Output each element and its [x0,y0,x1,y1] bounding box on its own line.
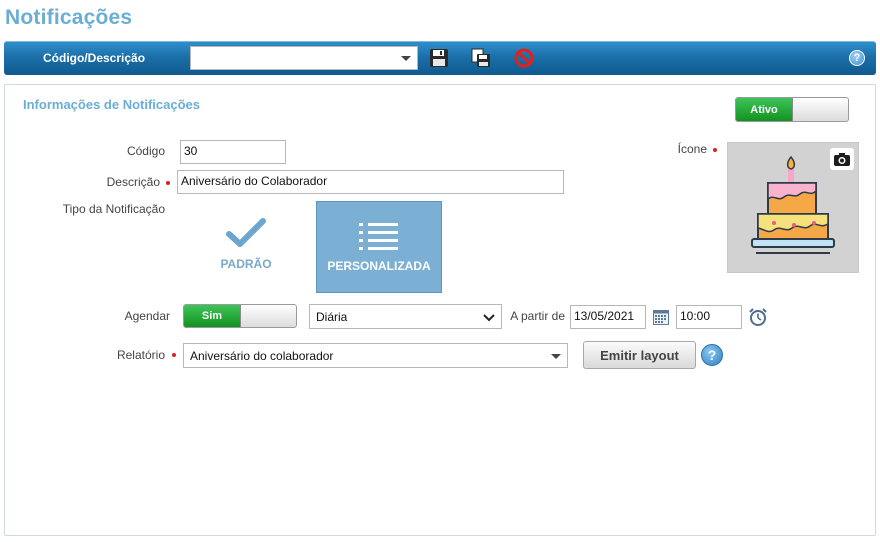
alarm-clock-icon[interactable] [748,307,768,327]
calendar-icon[interactable] [653,309,669,325]
start-from-label: A partir de [510,309,565,323]
type-option-label: PERSONALIZADA [327,259,431,273]
required-indicator [166,181,170,185]
schedule-toggle[interactable]: Sim [183,304,297,328]
page-title: Notificações [5,6,133,29]
icon-preview[interactable] [727,142,859,273]
emit-layout-button[interactable]: Emitir layout [583,341,696,369]
schedule-label: Agendar [124,309,170,323]
code-description-label: Código/Descrição [43,51,146,65]
section-title: Informações de Notificações [23,97,200,112]
required-indicator [172,353,176,357]
report-value: Aniversário do colaborador [190,348,334,363]
code-description-combobox[interactable] [190,46,418,70]
active-toggle[interactable]: Ativo [735,97,849,122]
cancel-icon[interactable] [514,48,534,68]
report-select[interactable]: Aniversário do colaborador [183,343,568,368]
chevron-down-icon [551,353,561,359]
notification-type-label: Tipo da Notificação [62,202,165,216]
checkmark-icon [226,218,266,247]
start-time-input[interactable]: 10:00 [676,305,742,329]
type-option-padrao[interactable]: PADRÃO [201,207,291,287]
icon-label: Ícone [677,142,707,156]
report-label: Relatório [116,348,165,362]
checklist-icon [359,223,398,250]
schedule-toggle-label: Sim [184,305,241,327]
camera-icon [834,153,850,166]
camera-button[interactable] [830,148,854,170]
save-as-icon[interactable] [471,48,491,68]
notification-info-panel: Informações de Notificações Ativo Código… [4,84,876,536]
type-option-personalizada[interactable]: PERSONALIZADA [316,201,442,293]
frequency-value: Diária [316,309,348,324]
description-input[interactable]: Aniversário do Colaborador [177,170,564,194]
help-button[interactable]: ? [849,50,865,66]
toolbar: Código/Descrição ? [4,41,876,75]
description-label: Descrição [106,175,160,189]
required-indicator [713,148,717,152]
code-label: Código [126,144,165,158]
frequency-select[interactable]: Diária [309,304,502,329]
chevron-down-icon [401,56,411,61]
code-input[interactable]: 30 [180,140,286,164]
start-date-input[interactable]: 13/05/2021 [570,305,646,329]
type-option-label: PADRÃO [220,257,272,271]
chevron-down-icon [483,314,495,322]
active-toggle-label: Ativo [736,98,793,121]
help-button[interactable]: ? [701,344,723,366]
save-icon[interactable] [429,48,449,68]
